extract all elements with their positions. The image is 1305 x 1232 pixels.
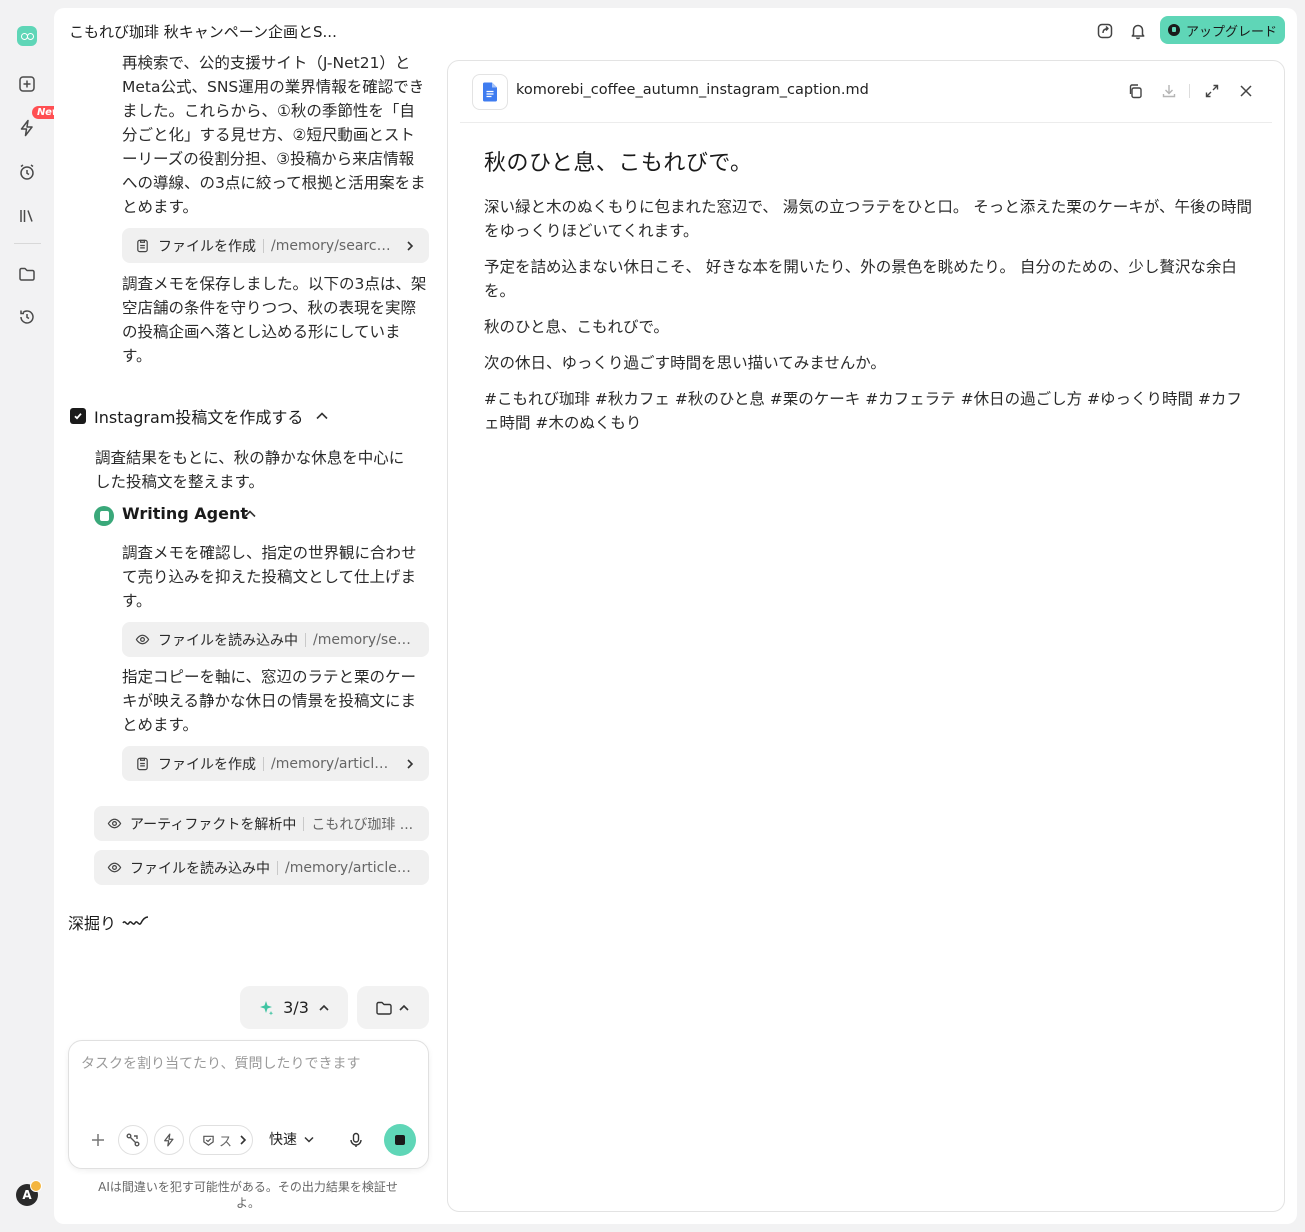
upgrade-label: アップグレード (1185, 24, 1277, 40)
sparkle-icon (260, 1000, 274, 1015)
document-hashtags: #こもれび珈琲 #秋カフェ #秋のひと息 #栗のケーキ #カフェラテ #休日の過… (484, 390, 1242, 432)
document-paragraph: 予定を詰め込まない休日こそ、 好きな本を開いたり、外の景色を眺めたり。 自分のた… (484, 258, 1237, 300)
chip-path: /memory/search/... (271, 237, 395, 254)
connector-icon[interactable] (118, 1125, 148, 1155)
message-input[interactable] (81, 1051, 411, 1077)
document-paragraph: 次の休日、ゆっくり過ごす時間を思い描いてみませんか。 (484, 354, 886, 372)
agent-message-3: 調査メモを確認し、指定の世界観に合わせて売り込みを抑えた投稿文として仕上げます。 (122, 544, 417, 610)
document-panel: komorebi_coffee_autumn_instagram_caption… (447, 60, 1285, 1212)
message-composer: ス 快速 (68, 1040, 429, 1169)
read-file-chip-1[interactable]: ファイルを読み込み中 /memory/sear... (122, 622, 429, 657)
agent-message-4: 指定コピーを軸に、窓辺のラテと栗のケーキが映える静かな休日の情景を投稿文にまとめ… (122, 668, 417, 734)
chip-divider (305, 632, 306, 647)
chevron-right-icon[interactable] (237, 1133, 249, 1147)
analyze-artifact-chip[interactable]: アーティファクトを解析中 こもれび珈琲 ... (94, 806, 429, 841)
stop-button[interactable] (384, 1124, 416, 1156)
task-description: 調査結果をもとに、秋の静かな休息を中心にした投稿文を整えます。 (95, 449, 405, 491)
toolbar-divider (1189, 84, 1190, 98)
file-name: komorebi_coffee_autumn_instagram_caption… (516, 82, 869, 98)
document-paragraph: 秋のひと息、こもれびで。 (484, 318, 669, 336)
chevron-up-icon[interactable] (242, 506, 258, 522)
library-icon[interactable] (14, 203, 40, 229)
expand-icon[interactable] (1201, 80, 1223, 102)
chip-action: ファイルを読み込み中 (130, 860, 270, 877)
chip-divider (263, 238, 264, 253)
eye-icon (107, 862, 122, 873)
chip-path: /memory/articles/... (271, 755, 395, 772)
chevron-up-icon (319, 1004, 329, 1011)
history-icon[interactable] (14, 304, 40, 330)
agent-message-2: 調査メモを保存しました。以下の3点は、架空店舗の条件を守りつつ、秋の表現を実際の… (122, 275, 427, 365)
clipboard-icon (137, 757, 148, 771)
download-icon[interactable] (1158, 80, 1180, 102)
thinking-squiggle-icon (122, 916, 149, 925)
document-content: 秋のひと息、こもれびで。 深い緑と木のぬくもりに包まれた窓辺で、 湯気の立つラテ… (484, 145, 1254, 447)
skill-label: ス (219, 1134, 233, 1150)
task-title[interactable]: Instagram投稿文を作成する (94, 404, 303, 428)
chip-divider (277, 860, 278, 875)
lightning-icon[interactable] (14, 115, 40, 141)
read-file-chip-2[interactable]: ファイルを読み込み中 /memory/articles/k... (94, 850, 429, 885)
chip-path: /memory/sear... (313, 631, 417, 648)
chip-divider (263, 756, 264, 771)
file-icon (472, 74, 508, 110)
lightning-icon[interactable] (154, 1125, 184, 1155)
disclaimer: AIは間違いを犯す可能性がある。その出力結果を検証せよ。 (98, 1180, 398, 1210)
document-heading: 秋のひと息、こもれびで。 (484, 151, 753, 176)
progress-counter: 3/3 (283, 998, 309, 1017)
folder-icon (376, 1001, 392, 1015)
writing-agent-icon (94, 506, 114, 526)
close-icon[interactable] (1235, 80, 1257, 102)
eye-icon (135, 634, 150, 645)
new-task-icon[interactable] (14, 71, 40, 97)
speed-selector[interactable]: 快速 (269, 1129, 315, 1149)
speed-label: 快速 (269, 1132, 297, 1148)
files-toggle-button[interactable] (357, 986, 429, 1029)
chip-path: こもれび珈琲 ... (311, 816, 414, 833)
chip-divider (303, 816, 305, 831)
chat-column: 再検索で、公的支援サイト（J-Net21）とMeta公式、SNS運用の業界情報を… (54, 8, 444, 1224)
rail-divider (14, 243, 41, 244)
task-progress-button[interactable]: 3/3 (240, 986, 348, 1029)
chevron-up-icon[interactable] (314, 408, 330, 424)
left-rail: New A (0, 0, 66, 1232)
bell-icon[interactable] (1127, 20, 1149, 42)
deep-dive-label: 深掘り (68, 914, 117, 933)
alarm-icon[interactable] (14, 159, 40, 185)
chip-action: ファイルを作成 (158, 238, 256, 255)
agent-name[interactable]: Writing Agent (122, 504, 248, 523)
agent-message-1: 再検索で、公的支援サイト（J-Net21）とMeta公式、SNS運用の業界情報を… (122, 54, 426, 216)
upgrade-button[interactable]: アップグレード (1160, 16, 1285, 44)
user-avatar[interactable]: A (16, 1180, 42, 1206)
copy-icon[interactable] (1124, 80, 1146, 102)
chevron-up-icon (399, 1004, 409, 1011)
chip-path: /memory/articles/k... (285, 859, 417, 876)
task-checkbox[interactable] (70, 408, 86, 424)
eye-icon (107, 818, 122, 829)
chip-action: アーティファクトを解析中 (130, 816, 297, 833)
logo-icon[interactable] (17, 26, 37, 46)
create-file-chip-2[interactable]: ファイルを作成 /memory/articles/... (122, 746, 429, 781)
chip-action: ファイルを作成 (158, 756, 256, 773)
main-panel: こもれび珈琲 秋キャンペーン企画とS... アップグレード 再検索で、公的支援サ… (54, 8, 1297, 1224)
google-doc-icon (483, 82, 497, 102)
chip-action: ファイルを読み込み中 (158, 632, 298, 649)
folder-icon[interactable] (14, 261, 40, 287)
document-paragraph: 深い緑と木のぬくもりに包まれた窓辺で、 湯気の立つラテをひと口。 そっと添えた栗… (484, 198, 1252, 240)
share-icon[interactable] (1094, 20, 1116, 42)
chevron-down-icon (304, 1136, 314, 1143)
document-header: komorebi_coffee_autumn_instagram_caption… (460, 61, 1272, 123)
upgrade-icon (1167, 24, 1180, 36)
mic-icon[interactable] (341, 1125, 371, 1155)
chevron-right-icon (407, 240, 414, 251)
clipboard-icon (137, 239, 148, 253)
create-file-chip-1[interactable]: ファイルを作成 /memory/search/... (122, 228, 429, 263)
chevron-right-icon (407, 758, 414, 769)
shield-icon (203, 1135, 214, 1146)
plus-icon[interactable] (83, 1125, 113, 1155)
deep-dive-status: 深掘り (68, 910, 152, 934)
